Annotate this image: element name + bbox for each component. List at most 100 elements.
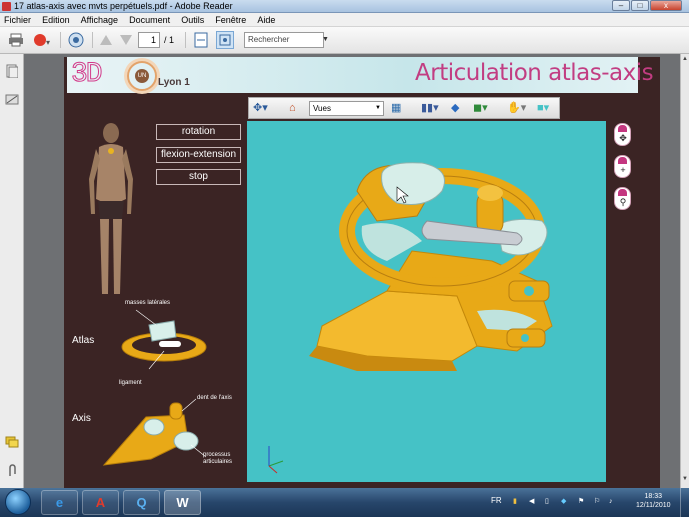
- system-clock[interactable]: 18:33 12/11/2010: [636, 492, 671, 510]
- clock-date: 12/11/2010: [636, 502, 671, 509]
- plus-icon: +: [620, 165, 626, 175]
- zoom-tab: [618, 189, 627, 196]
- flexion-extension-button[interactable]: flexion-extension: [156, 147, 241, 163]
- fit-page-icon[interactable]: [192, 31, 210, 49]
- menu-fichier[interactable]: Fichier: [0, 13, 35, 27]
- pages-icon[interactable]: [5, 64, 19, 79]
- share-icon[interactable]: [66, 31, 86, 49]
- search-dropdown-icon[interactable]: ▼: [322, 32, 332, 48]
- ligament-label: ligament: [119, 380, 142, 386]
- speaker-icon[interactable]: ♪: [609, 498, 616, 505]
- navigation-tool-icon[interactable]: ✥▾: [253, 101, 275, 116]
- menu-fenetre[interactable]: Fenêtre: [211, 13, 250, 27]
- signature-icon[interactable]: [5, 92, 19, 106]
- zoom-button[interactable]: ⚲: [614, 187, 631, 210]
- flag-icon[interactable]: ⚑: [578, 498, 585, 505]
- page-title: Articulation atlas-axis: [415, 60, 654, 86]
- lighting-icon[interactable]: ◼▾: [473, 101, 495, 116]
- lyon-label: Lyon 1: [158, 77, 190, 88]
- 3d-viewer[interactable]: [247, 121, 606, 482]
- volume-icon[interactable]: ◀: [529, 498, 536, 505]
- articulaires-label: articulaires: [203, 459, 233, 465]
- acrobat-icon[interactable]: A: [82, 490, 119, 515]
- maximize-button[interactable]: □: [631, 0, 649, 11]
- fullscreen-icon[interactable]: [216, 31, 234, 49]
- save-icon[interactable]: ▾: [32, 31, 54, 49]
- atlas-label: Atlas: [72, 335, 95, 346]
- menu-outils[interactable]: Outils: [177, 13, 208, 27]
- svg-text:▾: ▾: [46, 38, 50, 47]
- network-icon[interactable]: ▮: [513, 498, 520, 505]
- axis-illustration: [102, 398, 207, 466]
- start-button[interactable]: [5, 489, 31, 515]
- menu-affichage[interactable]: Affichage: [77, 13, 122, 27]
- logo-3d: 3D: [71, 59, 104, 90]
- views-dropdown[interactable]: Vues ▼: [309, 101, 384, 116]
- search-input[interactable]: Rechercher: [244, 32, 324, 48]
- rotate-icon: ✥: [619, 133, 627, 143]
- views-label: Vues: [313, 104, 331, 113]
- chevron-down-icon: ▼: [375, 105, 381, 111]
- zoom-in-tab: [618, 157, 627, 164]
- menu-document[interactable]: Document: [125, 13, 174, 27]
- magnifier-icon: ⚲: [619, 197, 627, 207]
- vertical-scrollbar[interactable]: ▲ ▼: [680, 54, 689, 488]
- minimize-button[interactable]: –: [612, 0, 630, 11]
- render-mode-icon[interactable]: ◆: [451, 101, 467, 116]
- human-figure-image: [89, 123, 133, 294]
- menu-bar: Fichier Edition Affichage Document Outil…: [0, 13, 689, 27]
- show-desktop-button[interactable]: [680, 488, 689, 517]
- quicktime-icon[interactable]: Q: [123, 490, 160, 515]
- window-title: 17 atlas-axis avec mvts perpétuels.pdf -…: [14, 1, 233, 11]
- processus-label: processus: [203, 452, 231, 458]
- university-logo: UN: [127, 61, 157, 91]
- masses-laterales-label: masses latérales: [125, 300, 171, 306]
- toolbar-separator: [60, 32, 61, 48]
- zoom-in-button[interactable]: +: [614, 155, 631, 178]
- atlas-axis-3d-model[interactable]: [247, 121, 606, 482]
- menu-aide[interactable]: Aide: [253, 13, 279, 27]
- scroll-up-icon[interactable]: ▲: [681, 56, 689, 65]
- play-pause-icon[interactable]: ▮▮▾: [421, 101, 443, 116]
- page-number-input[interactable]: 1: [138, 32, 160, 48]
- background-color-icon[interactable]: ✋▾: [507, 101, 529, 116]
- power-icon[interactable]: ▯: [545, 498, 552, 505]
- adobe-reader-icon: [2, 2, 11, 11]
- main-toolbar: ▾ 1 / 1 Rechercher ▼: [0, 27, 689, 54]
- internet-explorer-icon[interactable]: e: [41, 490, 78, 515]
- rotation-button[interactable]: rotation: [156, 124, 241, 140]
- menu-edition[interactable]: Edition: [38, 13, 74, 27]
- page-total: / 1: [164, 35, 175, 45]
- tray-icon[interactable]: ◆: [561, 498, 568, 505]
- pdf-page: 3D UN Lyon 1 Articulation atlas-axis rot…: [64, 57, 660, 488]
- attachments-icon[interactable]: [5, 464, 19, 478]
- page-down-icon[interactable]: [118, 31, 134, 49]
- axis-y-indicator: [268, 460, 284, 467]
- rotate-view-tab: [618, 125, 627, 132]
- title-bar: 17 atlas-axis avec mvts perpétuels.pdf -…: [0, 0, 689, 13]
- close-button[interactable]: x: [650, 0, 682, 11]
- clock-time: 18:33: [644, 493, 663, 500]
- windows-taskbar: e A Q W FR ▮ ◀ ▯ ◆ ⚑ ⚐ ♪ 18:33 12/11/201…: [0, 488, 689, 517]
- axis-x-indicator: [268, 465, 278, 474]
- print-icon[interactable]: [7, 31, 25, 49]
- rotate-view-button[interactable]: ✥: [614, 123, 631, 146]
- university-badge: UN: [135, 69, 149, 83]
- scroll-down-icon[interactable]: ▼: [681, 476, 689, 485]
- page-banner: 3D UN Lyon 1 Articulation atlas-axis: [67, 57, 654, 93]
- comments-icon[interactable]: [5, 436, 19, 450]
- toolbar-separator: [185, 32, 186, 48]
- atlas-illustration: [121, 309, 207, 370]
- page-up-icon[interactable]: [98, 31, 114, 49]
- home-view-icon[interactable]: ⌂: [289, 101, 303, 116]
- language-indicator[interactable]: FR: [491, 496, 502, 505]
- navigation-panel: [0, 54, 24, 488]
- model-tree-icon[interactable]: ▦: [391, 101, 407, 116]
- word-icon[interactable]: W: [164, 490, 201, 515]
- document-area: 3D UN Lyon 1 Articulation atlas-axis rot…: [24, 54, 680, 488]
- axis-label: Axis: [72, 413, 91, 424]
- wifi-icon[interactable]: ⚐: [594, 498, 601, 505]
- stop-button[interactable]: stop: [156, 169, 241, 185]
- color-swatch-icon[interactable]: ■▾: [537, 101, 559, 116]
- toolbar-separator: [92, 32, 93, 48]
